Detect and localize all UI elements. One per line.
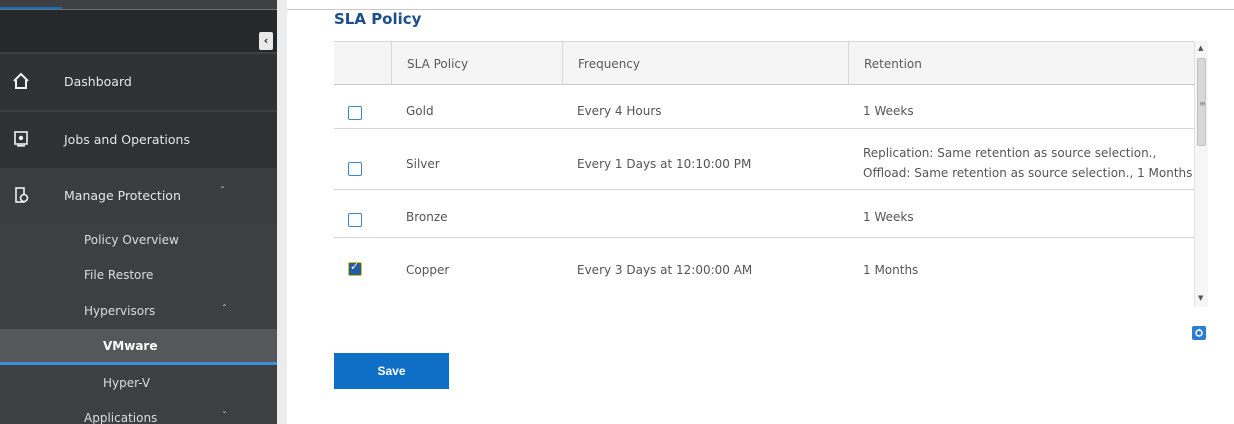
policy-frequency: Every 1 Days at 10:10:00 PM (577, 157, 752, 171)
row-checkbox[interactable] (348, 213, 362, 227)
table-row[interactable]: Gold Every 4 Hours 1 Weeks (334, 85, 1194, 129)
home-icon (12, 72, 30, 90)
nav-item-dashboard[interactable]: Dashboard (0, 54, 277, 110)
checkbox-column-header (334, 42, 391, 85)
table-row[interactable]: Silver Every 1 Days at 10:10:00 PM Repli… (334, 129, 1194, 190)
chevron-down-icon: ˇ (222, 411, 227, 422)
policy-name: Gold (406, 104, 434, 118)
chevron-up-icon: ˆ (220, 186, 225, 197)
divider (287, 9, 1234, 10)
nav-item-file-restore[interactable]: File Restore (0, 259, 277, 293)
nav-item-vmware[interactable]: VMware (0, 329, 277, 365)
nav-item-applications[interactable]: Applications ˇ (0, 402, 277, 424)
nav-item-label: Policy Overview (84, 233, 179, 247)
sla-policy-table: SLA Policy Frequency Retention Gold Ever… (334, 41, 1210, 311)
row-checkbox[interactable] (348, 162, 362, 176)
table-header: SLA Policy Frequency Retention (334, 41, 1194, 85)
policy-name: Silver (406, 157, 440, 171)
grip-icon: ≡ (1199, 99, 1206, 108)
nav-item-label: Hypervisors (84, 304, 156, 318)
row-checkbox[interactable] (348, 106, 362, 120)
collapse-sidebar-button[interactable]: ‹ (259, 32, 273, 50)
nav-item-hypervisors[interactable]: Hypervisors ˆ (0, 295, 277, 329)
content-gutter (277, 0, 287, 424)
sidebar: ‹ Dashboard Jobs and Operations Manage P… (0, 0, 277, 424)
refresh-button[interactable] (1192, 326, 1206, 340)
retention-line: Replication: Same retention as source se… (863, 146, 1157, 160)
nav-item-label: File Restore (84, 268, 154, 282)
retention-line: Offload: Same retention as source select… (863, 166, 1193, 180)
refresh-icon (1195, 328, 1203, 337)
scrollbar-thumb[interactable]: ≡ (1197, 58, 1206, 146)
scroll-up-icon[interactable]: ▲ (1198, 44, 1203, 52)
sidebar-header: ‹ (0, 10, 277, 52)
nav-item-label: Manage Protection (64, 188, 181, 203)
column-header-sla-policy[interactable]: SLA Policy (391, 42, 562, 85)
column-header-label: SLA Policy (407, 57, 469, 71)
policy-name: Copper (406, 263, 450, 277)
table-scrollbar[interactable]: ▲ ≡ ▼ (1194, 41, 1208, 307)
page-title: SLA Policy (334, 10, 422, 28)
row-checkbox[interactable] (348, 260, 362, 276)
nav-item-policy-overview[interactable]: Policy Overview (0, 224, 277, 258)
nav-item-label: Dashboard (64, 74, 132, 89)
table-row[interactable]: Bronze 1 Weeks (334, 190, 1194, 238)
nav-item-label: Applications (84, 411, 158, 424)
column-header-frequency[interactable]: Frequency (562, 42, 848, 85)
monitor-icon (12, 130, 30, 148)
nav-item-label: Hyper-V (103, 376, 151, 390)
chevron-up-icon: ˆ (222, 304, 227, 315)
column-header-retention[interactable]: Retention (848, 42, 1194, 85)
policy-frequency: Every 3 Days at 12:00:00 AM (577, 263, 753, 277)
policy-frequency: Every 4 Hours (577, 104, 662, 118)
table-row[interactable]: Copper Every 3 Days at 12:00:00 AM 1 Mon… (334, 238, 1194, 300)
policy-name: Bronze (406, 210, 448, 224)
protection-icon (12, 186, 30, 204)
save-button[interactable]: Save (334, 353, 449, 389)
nav-item-label: Jobs and Operations (64, 132, 190, 147)
nav-item-label: VMware (103, 339, 158, 353)
policy-retention: 1 Months (863, 263, 919, 277)
column-header-label: Retention (864, 57, 922, 71)
policy-retention: Replication: Same retention as source se… (863, 143, 1192, 183)
chevron-left-icon: ‹ (263, 34, 269, 47)
policy-retention: 1 Weeks (863, 210, 914, 224)
nav-item-manage-protection[interactable]: Manage Protection ˆ (0, 168, 277, 224)
scroll-down-icon[interactable]: ▼ (1198, 294, 1203, 302)
column-header-label: Frequency (578, 57, 640, 71)
policy-retention: 1 Weeks (863, 104, 914, 118)
main-content: SLA Policy SLA Policy Frequency Retentio… (287, 0, 1234, 424)
nav-item-jobs-and-operations[interactable]: Jobs and Operations (0, 112, 277, 168)
nav-item-hyper-v[interactable]: Hyper-V (0, 366, 277, 402)
